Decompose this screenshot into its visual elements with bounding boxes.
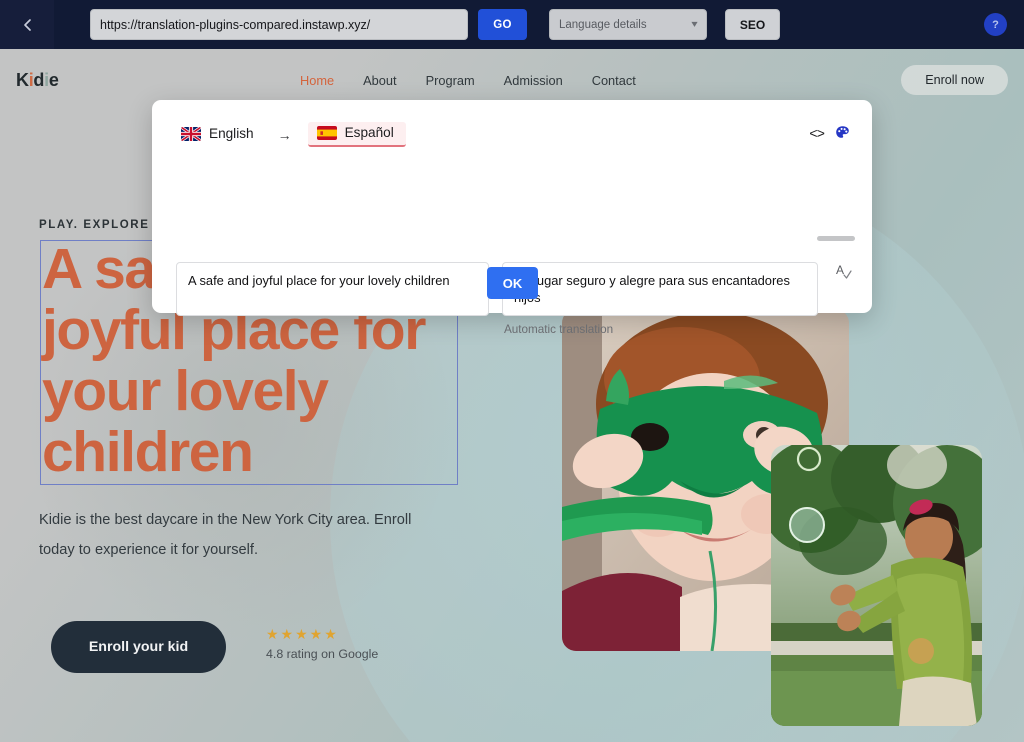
browser-toolbar: https://translation-plugins-compared.ins… (0, 0, 1024, 49)
palette-icon[interactable] (835, 125, 850, 145)
source-language-chip[interactable]: English (175, 123, 260, 146)
nav-item-program[interactable]: Program (426, 73, 504, 88)
modal-tool-icons: <> (809, 125, 850, 145)
nav-item-admission[interactable]: Admission (504, 73, 592, 88)
arrow-right-icon: → (277, 126, 292, 143)
uk-flag-icon (181, 126, 201, 141)
source-language-label: English (209, 126, 254, 141)
logo-text: Kidie (16, 69, 59, 90)
spellcheck-icon[interactable]: A (835, 262, 853, 282)
site-navigation: Home About Program Admission Contact (300, 73, 636, 88)
chevron-down-icon: ▾ (691, 19, 698, 30)
modal-language-selector: English → Español (175, 122, 406, 147)
google-rating: ★★★★★ 4.8 rating on Google (266, 625, 378, 661)
enroll-your-kid-button[interactable]: Enroll your kid (51, 621, 226, 673)
seo-button[interactable]: SEO (725, 9, 780, 40)
rating-text: 4.8 rating on Google (266, 647, 379, 661)
automatic-translation-note: Automatic translation (504, 323, 614, 336)
panel-resize-handle[interactable] (817, 236, 855, 241)
target-language-chip[interactable]: Español (307, 122, 406, 147)
source-text-input[interactable]: A safe and joyful place for your lovely … (176, 262, 489, 316)
ok-button[interactable]: OK (487, 267, 538, 299)
back-button[interactable] (0, 0, 54, 49)
language-details-dropdown[interactable]: Language details ▾ (549, 9, 707, 40)
hero-subtitle: Kidie is the best daycare in the New Yor… (39, 512, 412, 558)
chevron-left-icon (21, 17, 34, 33)
spain-flag-icon (316, 125, 337, 140)
rating-stars-icon: ★★★★★ (266, 626, 339, 642)
target-text-input[interactable]: Un lugar seguro y alegre para sus encant… (502, 262, 818, 316)
language-details-label: Language details (559, 18, 647, 31)
code-view-icon[interactable]: <> (809, 127, 825, 143)
go-button[interactable]: GO (478, 9, 527, 40)
nav-item-home[interactable]: Home (300, 73, 363, 88)
hero-photo-girl-bubbles (771, 445, 982, 726)
translation-modal: English → Español <> A safe and joyful p… (152, 100, 872, 336)
enroll-now-button[interactable]: Enroll now (901, 65, 1008, 95)
nav-item-contact[interactable]: Contact (592, 73, 636, 88)
svg-text:A: A (836, 263, 844, 277)
hero-eyebrow: PLAY. EXPLORE (39, 219, 150, 231)
help-button[interactable]: ? (984, 13, 1007, 36)
nav-item-about[interactable]: About (363, 73, 425, 88)
site-logo[interactable]: Kidie (16, 70, 59, 91)
url-input[interactable]: https://translation-plugins-compared.ins… (90, 9, 468, 40)
target-language-label: Español (344, 125, 394, 140)
